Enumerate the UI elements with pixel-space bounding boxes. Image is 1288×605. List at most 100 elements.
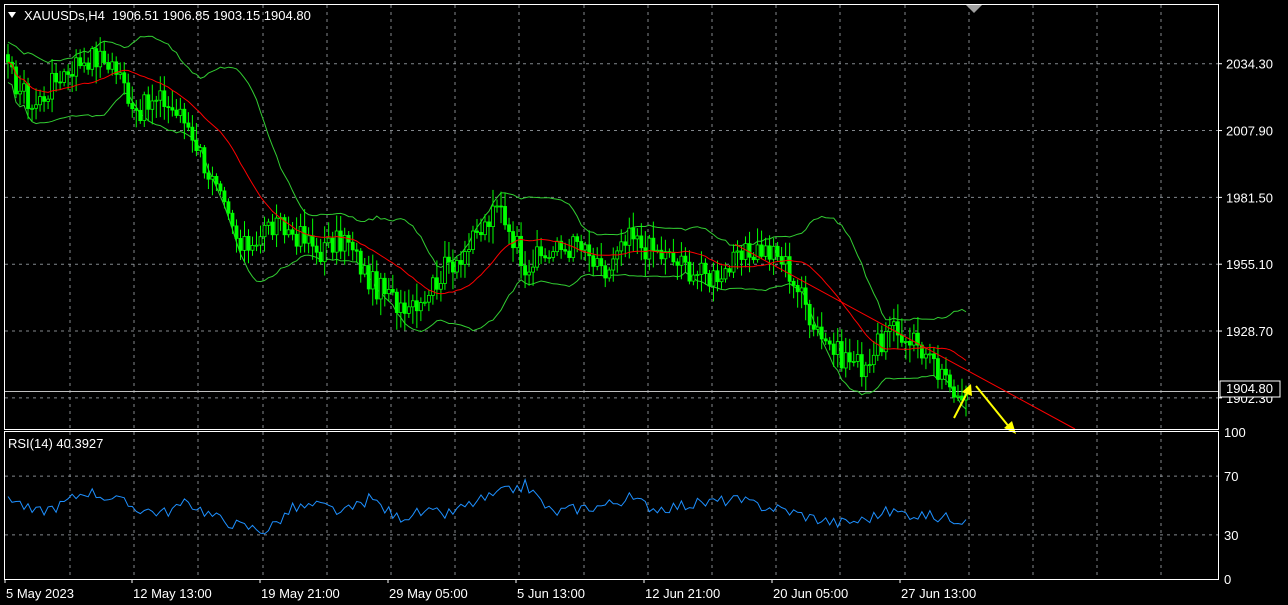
candle-body	[743, 243, 748, 260]
candle-body	[174, 109, 179, 116]
candle-body	[130, 103, 135, 110]
rsi-tick-label: 100	[1224, 425, 1246, 440]
candle-body	[150, 100, 155, 110]
candle-body	[350, 241, 355, 251]
candle-body	[434, 277, 439, 290]
candle-body	[639, 235, 644, 249]
candle-body	[451, 261, 455, 273]
candle-body	[378, 277, 383, 300]
candle-body	[659, 249, 664, 260]
candle-body	[22, 83, 26, 92]
candle-body	[479, 232, 483, 236]
candle-body	[298, 226, 303, 247]
candle-body	[675, 261, 680, 266]
candle-body	[455, 260, 459, 273]
candle-body	[683, 255, 688, 263]
candle-body	[190, 126, 195, 141]
candle-body	[920, 344, 924, 359]
candle-body	[803, 287, 808, 305]
candle-body	[551, 251, 556, 258]
candle-body	[74, 57, 79, 77]
candle-body	[635, 235, 640, 240]
candle-body	[254, 244, 259, 247]
candle-body	[711, 270, 716, 287]
candle-body	[647, 237, 652, 260]
candle-body	[86, 62, 91, 70]
candle-body	[82, 62, 87, 67]
candle-body	[447, 256, 451, 263]
candle-body	[463, 251, 467, 265]
candle-body	[507, 224, 511, 232]
candle-body	[627, 227, 632, 246]
candle-body	[928, 353, 932, 356]
candle-body	[879, 333, 884, 353]
candle-body	[106, 62, 111, 70]
candle-body	[655, 249, 660, 252]
candle-body	[246, 236, 251, 251]
candle-body	[142, 94, 147, 121]
candle-body	[222, 190, 227, 203]
chart-background	[0, 0, 1288, 605]
candle-body	[98, 50, 103, 68]
candle-body	[78, 57, 83, 67]
candle-body	[599, 258, 604, 267]
candle-body	[619, 241, 624, 252]
candle-body	[402, 302, 407, 314]
candle-body	[699, 262, 704, 275]
candle-body	[62, 71, 67, 83]
candle-body	[695, 274, 700, 276]
time-tick-label: 27 Jun 13:00	[901, 586, 976, 601]
candle-body	[795, 284, 800, 293]
candle-body	[242, 236, 247, 251]
candle-body	[948, 374, 952, 388]
candle-body	[54, 72, 59, 83]
candle-body	[867, 364, 872, 367]
candle-body	[198, 147, 203, 152]
candle-body	[314, 245, 319, 253]
candle-body	[118, 72, 123, 75]
candle-body	[290, 229, 295, 235]
candle-body	[238, 237, 243, 251]
candle-body	[6, 54, 10, 63]
candle-body	[936, 358, 940, 380]
price-tick-label: 2034.30	[1226, 57, 1273, 72]
candle-body	[843, 352, 848, 369]
candle-body	[322, 242, 327, 263]
candle-body	[859, 354, 864, 378]
candle-body	[727, 268, 732, 273]
time-tick-label: 5 Jun 13:00	[517, 586, 585, 601]
price-tick-label: 1928.70	[1226, 324, 1273, 339]
candle-body	[771, 245, 776, 260]
candle-body	[210, 176, 215, 180]
candle-body	[851, 360, 856, 363]
candle-body	[162, 90, 167, 107]
candle-body	[58, 81, 63, 84]
candle-body	[932, 353, 936, 360]
rsi-tick-label: 30	[1224, 528, 1238, 543]
candle-body	[811, 324, 816, 330]
candle-body	[519, 235, 523, 266]
candle-body	[30, 107, 34, 110]
candle-body	[330, 237, 335, 253]
candle-body	[555, 240, 560, 253]
candle-body	[863, 364, 868, 378]
chart-canvas[interactable]: 2034.302007.901981.501955.101928.701902.…	[0, 0, 1288, 605]
candle-body	[50, 72, 54, 100]
candle-body	[42, 96, 46, 102]
candle-body	[703, 262, 708, 274]
candle-body	[587, 244, 592, 257]
candle-body	[166, 106, 171, 109]
candle-body	[138, 109, 143, 121]
candle-body	[543, 255, 548, 259]
candle-body	[747, 243, 752, 258]
candle-body	[258, 236, 263, 246]
candle-body	[318, 251, 323, 263]
candle-body	[763, 245, 768, 257]
candle-body	[234, 225, 239, 239]
candle-body	[835, 341, 840, 355]
candle-body	[583, 244, 588, 251]
candle-body	[547, 257, 552, 259]
candle-body	[911, 332, 916, 346]
candle-body	[575, 236, 580, 242]
symbol-title: XAUUSDs,H4	[24, 8, 105, 23]
